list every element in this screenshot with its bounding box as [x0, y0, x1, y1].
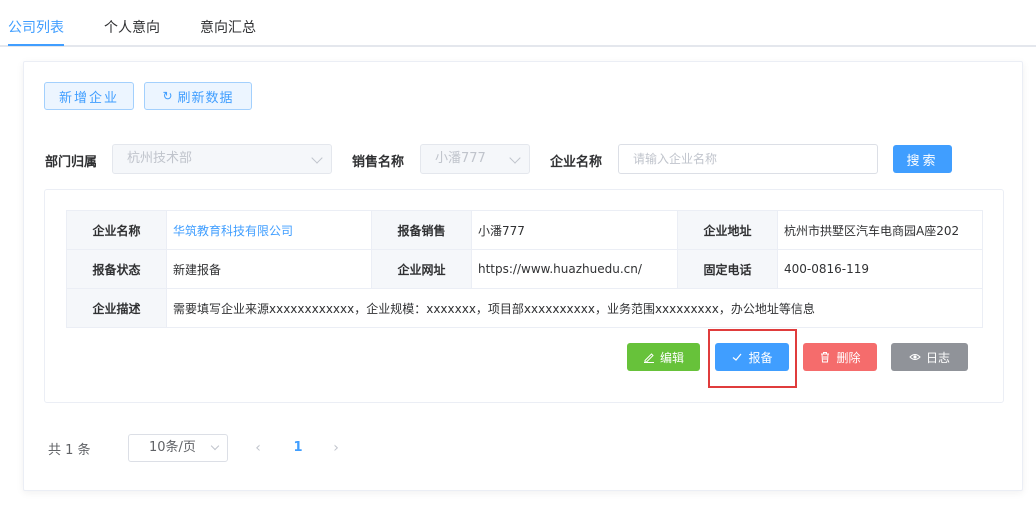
delete-label: 删除 — [836, 350, 861, 365]
pagination: 共 1 条 10条/页 ‹ 1 › — [48, 434, 339, 462]
status-cell-value: 新建报备 — [166, 249, 372, 289]
department-value: 杭州技术部 — [127, 151, 193, 166]
page-number-1[interactable]: 1 — [288, 434, 308, 462]
tab-bar: 公司列表 个人意向 意向汇总 — [0, 0, 1036, 47]
company-list-panel: 新增企业 ↻ 刷新数据 部门归属 杭州技术部 销售名称 小潘777 企业名称 搜… — [23, 61, 1023, 491]
table-row: 企业描述 需要填写企业来源xxxxxxxxxxxx，企业规模：xxxxxxx，项… — [66, 288, 983, 328]
status-cell-label: 报备状态 — [66, 249, 167, 289]
edit-icon — [643, 353, 654, 363]
website-cell-label: 企业网址 — [371, 249, 472, 289]
log-label: 日志 — [925, 350, 950, 365]
prev-page-button[interactable]: ‹ — [248, 434, 268, 462]
company-name-cell-label: 企业名称 — [66, 210, 167, 250]
edit-label: 编辑 — [659, 350, 684, 365]
add-company-button[interactable]: 新增企业 — [44, 82, 134, 110]
total-count: 共 1 条 — [48, 442, 91, 458]
phone-cell-value: 400-0816-119 — [777, 249, 983, 289]
sales-label: 销售名称 — [352, 155, 405, 170]
tab-intent-summary[interactable]: 意向汇总 — [200, 17, 256, 37]
table-row: 报备状态 新建报备 企业网址 https://www.huazhuedu.cn/… — [66, 249, 983, 289]
department-select[interactable]: 杭州技术部 — [112, 144, 332, 174]
company-name-link[interactable]: 华筑教育科技有限公司 — [166, 210, 372, 250]
add-company-label: 新增企业 — [58, 89, 119, 105]
delete-button[interactable]: 删除 — [803, 343, 877, 371]
table-row: 企业名称 华筑教育科技有限公司 报备销售 小潘777 企业地址 杭州市拱墅区汽车… — [66, 210, 983, 250]
page-size-select[interactable]: 10条/页 — [128, 434, 228, 462]
sales-value: 小潘777 — [435, 151, 486, 166]
address-cell-label: 企业地址 — [677, 210, 778, 250]
description-cell-label: 企业描述 — [66, 288, 167, 328]
edit-button[interactable]: 编辑 — [627, 343, 700, 371]
page-size-value: 10条/页 — [149, 440, 196, 455]
company-name-label: 企业名称 — [550, 155, 603, 170]
sales-cell-value: 小潘777 — [471, 210, 678, 250]
description-cell-value: 需要填写企业来源xxxxxxxxxxxx，企业规模：xxxxxxx，项目部xxx… — [166, 288, 983, 328]
active-tab-indicator — [8, 44, 64, 46]
sales-select[interactable]: 小潘777 — [420, 144, 530, 174]
website-cell-value: https://www.huazhuedu.cn/ — [471, 249, 678, 289]
trash-icon — [821, 352, 830, 363]
check-icon — [733, 353, 742, 361]
refresh-data-label: 刷新数据 — [177, 89, 234, 105]
chevron-down-icon — [311, 152, 323, 164]
report-button[interactable]: 报备 — [715, 343, 789, 371]
next-page-button[interactable]: › — [326, 434, 346, 462]
department-label: 部门归属 — [45, 155, 98, 170]
chevron-down-icon — [509, 152, 521, 164]
company-info-table: 企业名称 华筑教育科技有限公司 报备销售 小潘777 企业地址 杭州市拱墅区汽车… — [66, 210, 983, 328]
company-record: 企业名称 华筑教育科技有限公司 报备销售 小潘777 企业地址 杭州市拱墅区汽车… — [44, 189, 1004, 403]
address-cell-value: 杭州市拱墅区汽车电商园A座202 — [777, 210, 983, 250]
chevron-down-icon — [210, 441, 220, 451]
company-name-input[interactable] — [618, 144, 878, 174]
tab-company-list[interactable]: 公司列表 — [8, 17, 64, 37]
search-label: 搜索 — [906, 152, 939, 168]
phone-cell-label: 固定电话 — [677, 249, 778, 289]
search-button[interactable]: 搜索 — [893, 145, 952, 173]
log-button[interactable]: 日志 — [891, 343, 968, 371]
refresh-data-button[interactable]: ↻ 刷新数据 — [144, 82, 252, 110]
sales-cell-label: 报备销售 — [371, 210, 472, 250]
report-label: 报备 — [748, 350, 773, 365]
tab-personal-intent[interactable]: 个人意向 — [104, 17, 160, 37]
eye-icon — [909, 354, 921, 360]
refresh-icon: ↻ — [162, 89, 174, 103]
